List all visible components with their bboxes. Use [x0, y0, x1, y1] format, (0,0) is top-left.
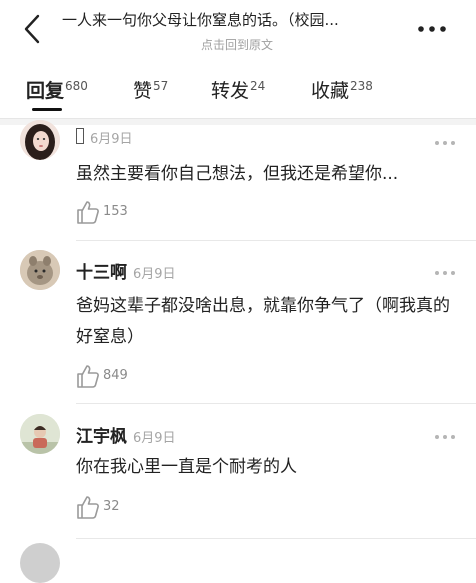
- avatar[interactable]: [20, 120, 60, 160]
- more-options-button[interactable]: [412, 16, 452, 42]
- tab-reposts[interactable]: 转发24: [211, 76, 265, 103]
- tab-label: 赞: [133, 80, 153, 102]
- comment-separator: [76, 538, 476, 539]
- comment-text: 爸妈这辈子都没啥出息，就靠你争气了（啊我真的好窒息）: [76, 296, 450, 347]
- comment-item: 6月9日 虽然主要看你自己想法，但我还是希望你... 153: [0, 116, 476, 241]
- user-avatar-image: [20, 120, 60, 160]
- avatar[interactable]: [20, 250, 60, 290]
- comment-date: 6月9日: [90, 132, 133, 147]
- comment-text: 虽然主要看你自己想法，但我还是希望你...: [76, 164, 399, 184]
- more-dots-icon: [435, 435, 455, 439]
- tab-count: 24: [250, 79, 266, 93]
- tab-replies[interactable]: 回复680: [26, 76, 88, 103]
- post-title[interactable]: 一人来一句你父母让你窒息的话。（校园...: [62, 9, 412, 30]
- comment-more-button[interactable]: [432, 263, 458, 275]
- active-tab-indicator: [32, 108, 62, 111]
- username[interactable]: 十三啊: [76, 263, 127, 283]
- tab-likes[interactable]: 赞57: [133, 76, 168, 103]
- chevron-left-icon: [24, 14, 40, 44]
- like-count: 849: [103, 368, 128, 383]
- tab-bar: 回复680 赞57 转发24 收藏238: [0, 62, 476, 118]
- like-button[interactable]: 849: [76, 363, 156, 389]
- avatar[interactable]: [20, 543, 60, 583]
- thumbs-up-icon: [77, 201, 99, 224]
- comment-header: 6月9日: [76, 128, 133, 148]
- like-button[interactable]: 153: [76, 199, 156, 225]
- back-button[interactable]: [18, 12, 48, 46]
- comment-date: 6月9日: [133, 431, 176, 446]
- tab-favorites[interactable]: 收藏238: [311, 76, 373, 103]
- thumbs-up-icon: [77, 365, 99, 388]
- comment-header: 江宇枫 6月9日: [76, 422, 176, 447]
- more-dots-icon: [435, 271, 455, 275]
- comment-text: 你在我心里一直是个耐考的人: [76, 457, 297, 477]
- top-bar: 一人来一句你父母让你窒息的话。（校园... 点击回到原文: [0, 0, 476, 60]
- back-to-original-link[interactable]: 点击回到原文: [62, 36, 412, 53]
- more-dots-icon: [418, 26, 446, 32]
- avatar[interactable]: [20, 414, 60, 454]
- like-button[interactable]: 32: [76, 494, 156, 520]
- comment-more-button[interactable]: [432, 427, 458, 439]
- like-count: 32: [103, 499, 120, 514]
- user-avatar-image: [20, 250, 60, 290]
- thumbs-up-icon: [77, 496, 99, 519]
- like-count: 153: [103, 204, 128, 219]
- tab-label: 转发: [211, 80, 250, 102]
- username[interactable]: 江宇枫: [76, 427, 127, 447]
- tab-label: 回复: [26, 80, 65, 102]
- more-dots-icon: [435, 141, 455, 145]
- tab-count: 57: [153, 79, 169, 93]
- comment-item: 十三啊 6月9日 爸妈这辈子都没啥出息，就靠你争气了（啊我真的好窒息） 849: [0, 241, 476, 403]
- comment-date: 6月9日: [133, 267, 176, 282]
- unknown-glyph-icon: [76, 128, 84, 144]
- comment-header: 十三啊 6月9日: [76, 258, 176, 283]
- comment-more-button[interactable]: [432, 133, 458, 145]
- tab-label: 收藏: [311, 80, 350, 102]
- comment-item: 江宇枫 6月9日 你在我心里一直是个耐考的人 32: [0, 404, 476, 539]
- user-avatar-image: [20, 414, 60, 454]
- tab-count: 238: [350, 79, 373, 93]
- tab-count: 680: [65, 79, 88, 93]
